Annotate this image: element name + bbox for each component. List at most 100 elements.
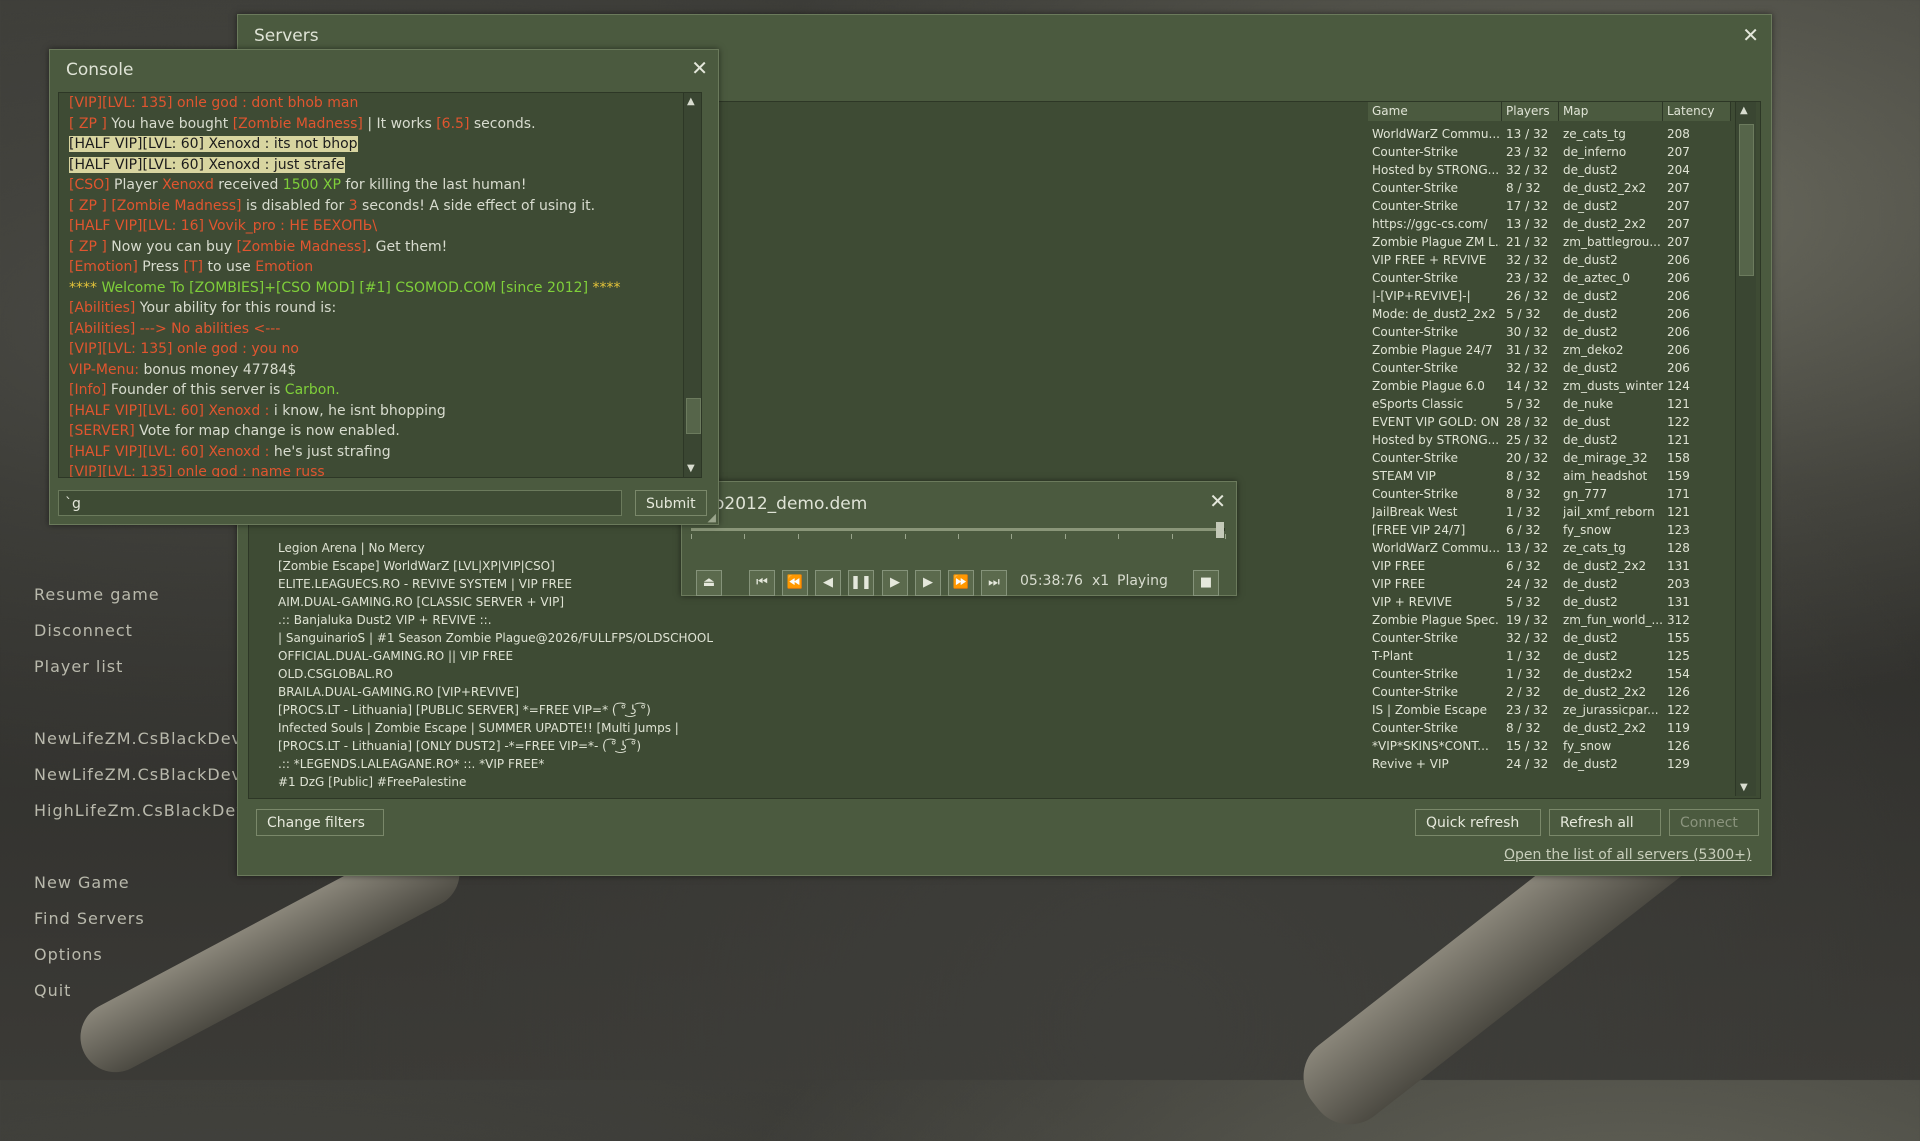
server-latency: 155 — [1667, 631, 1690, 645]
open-server-list-link[interactable]: Open the list of all servers (5300+) — [1504, 847, 1751, 863]
demo-timeline[interactable] — [691, 528, 1225, 531]
console-text: [Abilities] ---> No abilities <--- — [69, 320, 281, 337]
menu-recent-server[interactable]: NewLifeZM.CsBlackDev — [34, 765, 242, 784]
menu-quit[interactable]: Quit — [34, 981, 71, 1000]
timeline-tick — [958, 534, 959, 539]
server-map: de_dust2_2x2 — [1563, 685, 1647, 699]
server-name[interactable]: [PROCS.LT - Lithuania] [ONLY DUST2] -*=F… — [278, 737, 838, 755]
column-header-game[interactable]: Game — [1368, 102, 1502, 121]
server-name[interactable]: Infected Souls | Zombie Escape | SUMMER … — [278, 719, 838, 737]
quick-refresh-button[interactable]: Quick refresh — [1415, 809, 1541, 836]
server-players: 32 / 32 — [1506, 631, 1549, 645]
scroll-down-icon[interactable]: ▼ — [687, 463, 695, 474]
server-map: de_nuke — [1563, 397, 1614, 411]
menu-find-servers[interactable]: Find Servers — [34, 909, 145, 928]
pause-icon[interactable]: ❚❚ — [848, 570, 874, 596]
skip-end-icon[interactable]: ⏭ — [981, 570, 1007, 596]
column-header-players[interactable]: Players — [1502, 102, 1559, 121]
server-game: Zombie Plague 6.0 — [1372, 379, 1485, 393]
close-icon[interactable]: ✕ — [691, 58, 708, 78]
server-players: 5 / 32 — [1506, 307, 1541, 321]
change-filters-button[interactable]: Change filters — [256, 809, 384, 836]
server-players: 30 / 32 — [1506, 325, 1549, 339]
server-map: de_dust2 — [1563, 289, 1618, 303]
console-text: [Zombie Madness] — [232, 115, 363, 132]
console-line: [Info] Founder of this server is Carbon. — [69, 381, 340, 399]
scroll-thumb[interactable] — [686, 398, 701, 434]
console-text: Your ability for this round is: — [135, 300, 337, 316]
server-players: 32 / 32 — [1506, 163, 1549, 177]
console-text: Emotion — [255, 259, 314, 275]
console-line: [HALF VIP][LVL: 60] Xenoxd : just strafe — [69, 156, 345, 174]
step-forward-icon[interactable]: ▶ — [915, 570, 941, 596]
server-latency: 131 — [1667, 595, 1690, 609]
rewind-icon[interactable]: ⏪ — [782, 570, 808, 596]
menu-new-game[interactable]: New Game — [34, 873, 130, 892]
server-latency: 122 — [1667, 415, 1690, 429]
close-icon[interactable]: ✕ — [1209, 491, 1226, 511]
step-back-icon[interactable]: ◀ — [815, 570, 841, 596]
server-latency: 206 — [1667, 307, 1690, 321]
console-line: [Abilities] Your ability for this round … — [69, 299, 336, 317]
server-name[interactable]: OLD.CSGLOBAL.RO — [278, 665, 838, 683]
column-header-latency[interactable]: Latency — [1663, 102, 1731, 121]
server-map: jail_xmf_reborn — [1563, 505, 1655, 519]
server-map: de_dust2x2 — [1563, 667, 1633, 681]
server-map: de_dust2 — [1563, 307, 1618, 321]
server-players: 13 / 32 — [1506, 217, 1549, 231]
server-map: de_dust2 — [1563, 163, 1618, 177]
server-latency: 204 — [1667, 163, 1690, 177]
server-latency: 122 — [1667, 703, 1690, 717]
server-name[interactable]: .:: Banjaluka Dust2 VIP + REVIVE ::. — [278, 611, 838, 629]
close-icon[interactable]: ✕ — [1742, 25, 1759, 45]
server-latency: 124 — [1667, 379, 1690, 393]
resize-grip-icon[interactable]: ◢ — [708, 511, 716, 524]
server-latency: 206 — [1667, 361, 1690, 375]
scroll-up-icon[interactable]: ▲ — [687, 96, 695, 107]
console-scrollbar[interactable]: ▲ ▼ — [683, 93, 701, 477]
server-name[interactable]: #1 DzG [Public] #FreePalestine — [278, 773, 838, 791]
server-latency: 206 — [1667, 325, 1690, 339]
fast-forward-icon[interactable]: ⏩ — [948, 570, 974, 596]
scroll-up-icon[interactable]: ▲ — [1740, 105, 1748, 116]
column-header-map[interactable]: Map — [1559, 102, 1663, 121]
server-latency: 206 — [1667, 253, 1690, 267]
demo-timeline-knob[interactable] — [1215, 522, 1224, 538]
console-text: [HALF VIP][LVL: 60] Xenoxd : — [69, 402, 274, 419]
connect-button[interactable]: Connect — [1669, 809, 1759, 836]
server-map: de_dust2 — [1563, 253, 1618, 267]
console-window: Console ✕ [VIP][LVL: 135] onle god : don… — [49, 49, 719, 525]
server-name[interactable]: | SanguinarioS | #1 Season Zombie Plague… — [278, 629, 838, 647]
server-players: 17 / 32 — [1506, 199, 1549, 213]
server-name[interactable]: OFFICIAL.DUAL-GAMING.RO || VIP FREE — [278, 647, 838, 665]
server-latency: 129 — [1667, 757, 1690, 771]
server-latency: 207 — [1667, 217, 1690, 231]
submit-button[interactable]: Submit — [635, 490, 707, 516]
console-input[interactable]: `g — [58, 490, 622, 516]
play-icon[interactable]: ▶ — [882, 570, 908, 596]
menu-resume-game[interactable]: Resume game — [34, 585, 160, 604]
server-players: 28 / 32 — [1506, 415, 1549, 429]
menu-options[interactable]: Options — [34, 945, 103, 964]
menu-recent-server[interactable]: HighLifeZm.CsBlackDev — [34, 801, 247, 820]
menu-player-list[interactable]: Player list — [34, 657, 123, 676]
console-line: [VIP][LVL: 135] onle god : dont bhob man — [69, 94, 358, 112]
server-latency: 206 — [1667, 271, 1690, 285]
refresh-all-button[interactable]: Refresh all — [1549, 809, 1661, 836]
console-text: [VIP][LVL: 135] onle god : name russ — [69, 464, 325, 478]
server-name[interactable]: [PROCS.LT - Lithuania] [PUBLIC SERVER] *… — [278, 701, 838, 719]
server-map: gn_777 — [1563, 487, 1608, 501]
menu-disconnect[interactable]: Disconnect — [34, 621, 133, 640]
server-name[interactable]: BRAILA.DUAL-GAMING.RO [VIP+REVIVE] — [278, 683, 838, 701]
menu-recent-server[interactable]: NewLifeZM.CsBlackDev — [34, 729, 242, 748]
server-map: de_mirage_32 — [1563, 451, 1648, 465]
eject-icon[interactable]: ⏏ — [696, 570, 722, 596]
console-title: Console — [66, 60, 134, 80]
server-latency: 121 — [1667, 505, 1690, 519]
scroll-down-icon[interactable]: ▼ — [1740, 782, 1748, 793]
console-text: [Zombie Madness] — [111, 197, 242, 214]
skip-start-icon[interactable]: ⏮ — [749, 570, 775, 596]
stop-icon[interactable]: ■ — [1193, 570, 1219, 596]
server-name[interactable]: .:: *LEGENDS.LALEAGANE.RO* ::. *VIP FREE… — [278, 755, 838, 773]
console-text: Carbon. — [284, 382, 340, 398]
